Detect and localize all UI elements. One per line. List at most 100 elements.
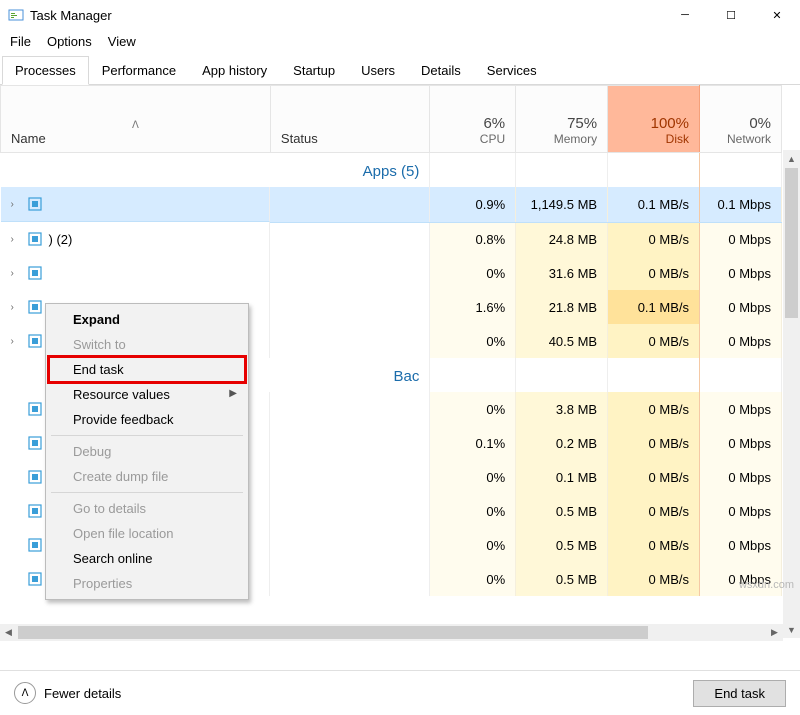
header-memory[interactable]: 75% Memory [516,86,608,153]
process-icon [27,196,43,212]
tab-app-history[interactable]: App history [189,56,280,85]
maximize-button[interactable]: ☐ [708,0,754,30]
menu-item-end-task[interactable]: End task [49,357,245,382]
cell-memory: 24.8 MB [516,222,608,256]
cell-disk: 0 MB/s [608,256,700,290]
cell-network: 0 Mbps [700,256,782,290]
tab-users[interactable]: Users [348,56,408,85]
close-button[interactable]: ✕ [754,0,800,30]
cell-status [270,426,429,460]
cell-network: 0 Mbps [700,494,782,528]
menu-item-search-online[interactable]: Search online [49,546,245,571]
header-cpu[interactable]: 6% CPU [430,86,516,153]
cell-status [270,256,429,290]
process-icon [27,231,43,247]
submenu-arrow-icon: ▶ [229,388,237,399]
header-network[interactable]: 0% Network [700,86,782,153]
header-status[interactable]: Status [270,86,429,153]
expand-chevron-icon[interactable]: › [11,336,21,347]
cell-memory: 0.1 MB [516,460,608,494]
cell-cpu: 0% [430,256,516,290]
cell-status [270,460,429,494]
cell-network: 0 Mbps [700,528,782,562]
scroll-right-icon[interactable]: ▶ [766,624,783,641]
cell-name: › [1,256,271,290]
process-icon [27,265,43,281]
horizontal-scrollbar[interactable]: ◀ ▶ [0,624,783,641]
process-icon [27,537,43,553]
tab-services[interactable]: Services [474,56,550,85]
scroll-down-icon[interactable]: ▼ [783,621,800,638]
tab-details[interactable]: Details [408,56,474,85]
cell-network: 0 Mbps [700,426,782,460]
cell [700,153,782,188]
cell-status [270,494,429,528]
cell-status [270,528,429,562]
table-row[interactable]: ›0.9%1,149.5 MB0.1 MB/s0.1 Mbps [1,187,782,222]
cell-disk: 0 MB/s [608,460,700,494]
menu-options[interactable]: Options [47,34,92,49]
menu-item-resource-values[interactable]: Resource values▶ [49,382,245,407]
table-row[interactable]: ›0%31.6 MB0 MB/s0 Mbps [1,256,782,290]
cell-disk: 0 MB/s [608,562,700,596]
cell-disk: 0.1 MB/s [608,290,700,324]
cell-status [270,290,429,324]
cell [608,153,700,188]
header-disk[interactable]: 100% Disk [608,86,700,153]
cell [430,153,516,188]
cell [608,358,700,392]
menu-item-properties: Properties [49,571,245,596]
process-icon [27,503,43,519]
scroll-thumb-v[interactable] [785,168,798,318]
cell-network: 0 Mbps [700,460,782,494]
cell-disk: 0 MB/s [608,392,700,426]
cell [516,358,608,392]
process-icon [27,401,43,417]
scroll-left-icon[interactable]: ◀ [0,624,17,641]
menu-item-expand[interactable]: Expand [49,307,245,332]
cell-cpu: 0% [430,460,516,494]
fewer-details-toggle[interactable]: ᐱ Fewer details [14,682,121,704]
expand-chevron-icon[interactable]: › [11,199,21,210]
tab-performance[interactable]: Performance [89,56,189,85]
process-table-area: ᐱ Name Status 6% CPU 75% Memory 100% Dis… [0,85,800,641]
tab-startup[interactable]: Startup [280,56,348,85]
sort-indicator-icon: ᐱ [11,120,260,131]
menu-file[interactable]: File [10,34,31,49]
header-disk-value: 100% [618,115,689,132]
cell-disk: 0 MB/s [608,426,700,460]
cell-cpu: 0% [430,392,516,426]
cell [516,153,608,188]
header-memory-value: 75% [526,115,597,132]
menu-item-provide-feedback[interactable]: Provide feedback [49,407,245,432]
process-icon [27,435,43,451]
cell-cpu: 0% [430,528,516,562]
scroll-up-icon[interactable]: ▲ [783,150,800,167]
scroll-thumb-h[interactable] [18,626,648,639]
status-bar: ᐱ Fewer details End task [0,670,800,715]
expand-chevron-icon[interactable]: › [11,234,21,245]
cell-memory: 21.8 MB [516,290,608,324]
cell-status [270,562,429,596]
vertical-scrollbar[interactable]: ▲ ▼ [783,150,800,638]
expand-chevron-icon[interactable]: › [11,268,21,279]
header-memory-label: Memory [526,132,597,146]
header-cpu-label: CPU [440,132,505,146]
header-name-label: Name [11,131,46,146]
tab-processes[interactable]: Processes [2,56,89,85]
cell-cpu: 0.9% [430,187,516,222]
menu-view[interactable]: View [108,34,136,49]
table-row[interactable]: ›) (2)0.8%24.8 MB0 MB/s0 Mbps [1,222,782,256]
app-icon [8,7,24,23]
expand-chevron-icon[interactable]: › [11,302,21,313]
cell-disk: 0 MB/s [608,528,700,562]
header-disk-label: Disk [618,132,689,146]
cell-disk: 0 MB/s [608,324,700,358]
cell-disk: 0 MB/s [608,222,700,256]
cell-cpu: 0.8% [430,222,516,256]
minimize-button[interactable]: ─ [662,0,708,30]
header-name[interactable]: ᐱ Name [1,86,271,153]
end-task-button[interactable]: End task [693,680,786,707]
cell-network: 0.1 Mbps [700,187,782,222]
cell-memory: 0.5 MB [516,562,608,596]
